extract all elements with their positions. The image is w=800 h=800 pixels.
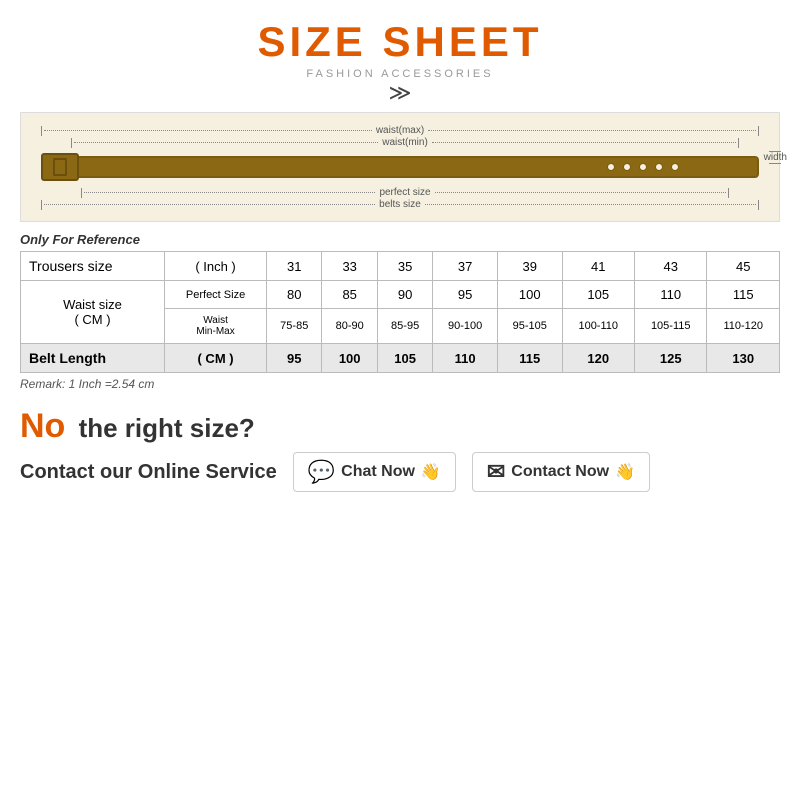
ps-95: 95 [433,281,498,309]
ps-80: 80 [267,281,322,309]
bl-95: 95 [267,344,322,373]
width-label: width [764,152,787,163]
belt-length-label: Belt Length [21,344,165,373]
waist-min-label: waist(min) [382,137,428,148]
hand-icon-2: 👋 [615,462,635,482]
mm-95-105: 95-105 [497,309,562,344]
no-text: No [20,407,65,445]
page-title: SIZE SHEET [257,18,542,66]
mm-80-90: 80-90 [322,309,377,344]
size-41: 41 [562,252,634,281]
mm-110-120: 110-120 [707,309,780,344]
mm-100-110: 100-110 [562,309,634,344]
mm-75-85: 75-85 [267,309,322,344]
size-39: 39 [497,252,562,281]
waist-max-label: waist(max) [376,125,424,136]
chat-now-button[interactable]: 💬 Chat Now 👋 [293,452,456,492]
bl-115: 115 [497,344,562,373]
contact-line: Contact our Online Service 💬 Chat Now 👋 … [20,452,780,492]
size-35: 35 [377,252,432,281]
chevrons-icon: ≫ [388,82,411,104]
subtitle: FASHION ACCESSORIES [306,68,493,80]
size-31: 31 [267,252,322,281]
hand-icon: 👋 [421,462,441,482]
no-size-question: the right size? [79,413,255,443]
belt-diagram: waist(max) waist(min) [20,112,780,222]
col-trousers: Trousers size [21,252,165,281]
perfect-size-sub: Perfect Size [165,281,267,309]
bl-100: 100 [322,344,377,373]
chat-icon: 💬 [308,459,335,485]
bl-120: 120 [562,344,634,373]
reference-text: Only For Reference [20,232,780,247]
size-table: Trousers size ( Inch ) 31 33 35 37 39 41… [20,251,780,373]
col-inch: ( Inch ) [165,252,267,281]
belts-size-label: belts size [379,199,421,210]
mm-85-95: 85-95 [377,309,432,344]
contact-now-button[interactable]: ✉ Contact Now 👋 [472,452,650,492]
contact-label: Contact our Online Service [20,461,277,484]
size-43: 43 [634,252,706,281]
mm-105-115: 105-115 [634,309,706,344]
ps-85: 85 [322,281,377,309]
bl-125: 125 [634,344,706,373]
perfect-size-label: perfect size [379,187,430,198]
belt-length-unit: ( CM ) [165,344,267,373]
ps-105: 105 [562,281,634,309]
no-size-line: No the right size? [20,407,780,446]
contact-icon: ✉ [487,459,505,485]
bl-105: 105 [377,344,432,373]
bl-110: 110 [433,344,498,373]
chat-btn-label: Chat Now [341,463,415,481]
bottom-section: No the right size? Contact our Online Se… [20,407,780,492]
ps-110: 110 [634,281,706,309]
remark: Remark: 1 Inch =2.54 cm [20,377,780,391]
mm-90-100: 90-100 [433,309,498,344]
ps-100: 100 [497,281,562,309]
size-33: 33 [322,252,377,281]
ps-115: 115 [707,281,780,309]
waist-size-label: Waist size ( CM ) [21,281,165,344]
ps-90: 90 [377,281,432,309]
size-45: 45 [707,252,780,281]
waist-min-max-sub: WaistMin-Max [165,309,267,344]
size-37: 37 [433,252,498,281]
contact-btn-label: Contact Now [511,463,609,481]
bl-130: 130 [707,344,780,373]
